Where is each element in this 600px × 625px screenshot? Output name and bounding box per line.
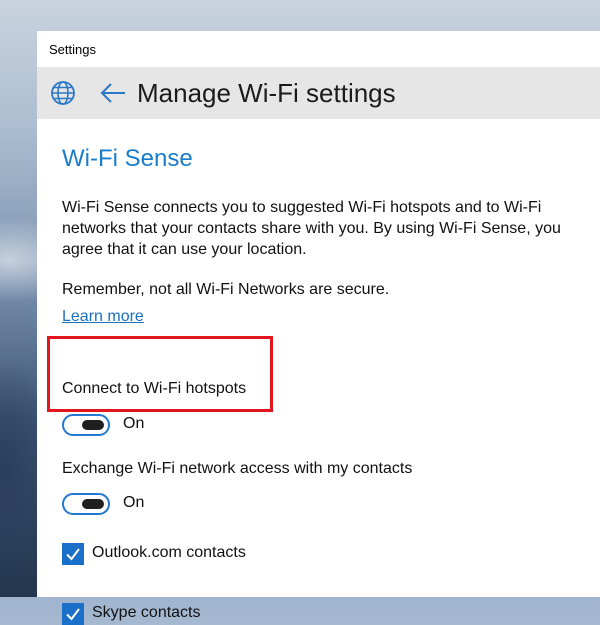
exchange-access-toggle[interactable] bbox=[62, 493, 110, 515]
learn-more-link[interactable]: Learn more bbox=[62, 308, 144, 326]
exchange-access-label: Exchange Wi-Fi network access with my co… bbox=[62, 460, 413, 477]
checkmark-icon bbox=[66, 608, 80, 621]
connect-hotspots-toggle[interactable] bbox=[62, 414, 110, 436]
skype-contacts-label: Skype contacts bbox=[92, 604, 201, 621]
toggle-knob bbox=[82, 420, 104, 430]
settings-window: Settings Manage Wi-Fi settings Wi-Fi Sen… bbox=[37, 31, 600, 625]
section-title: Wi-Fi Sense bbox=[62, 145, 193, 172]
back-arrow-icon[interactable] bbox=[99, 79, 127, 107]
outlook-contacts-label: Outlook.com contacts bbox=[92, 544, 246, 561]
toggle-knob bbox=[82, 499, 104, 509]
window-title: Settings bbox=[49, 42, 96, 57]
globe-icon bbox=[49, 79, 77, 107]
exchange-access-state: On bbox=[123, 494, 145, 511]
skype-contacts-checkbox[interactable] bbox=[62, 603, 84, 625]
outlook-contacts-checkbox[interactable] bbox=[62, 543, 84, 565]
connect-hotspots-state: On bbox=[123, 415, 145, 432]
highlight-annotation bbox=[47, 336, 273, 412]
page-header: Manage Wi-Fi settings bbox=[37, 67, 600, 119]
page-title: Manage Wi-Fi settings bbox=[137, 78, 396, 108]
section-description: Wi-Fi Sense connects you to suggested Wi… bbox=[62, 199, 561, 258]
security-note: Remember, not all Wi-Fi Networks are sec… bbox=[62, 281, 390, 298]
window-titlebar: Settings bbox=[37, 31, 600, 67]
checkmark-icon bbox=[66, 548, 80, 561]
